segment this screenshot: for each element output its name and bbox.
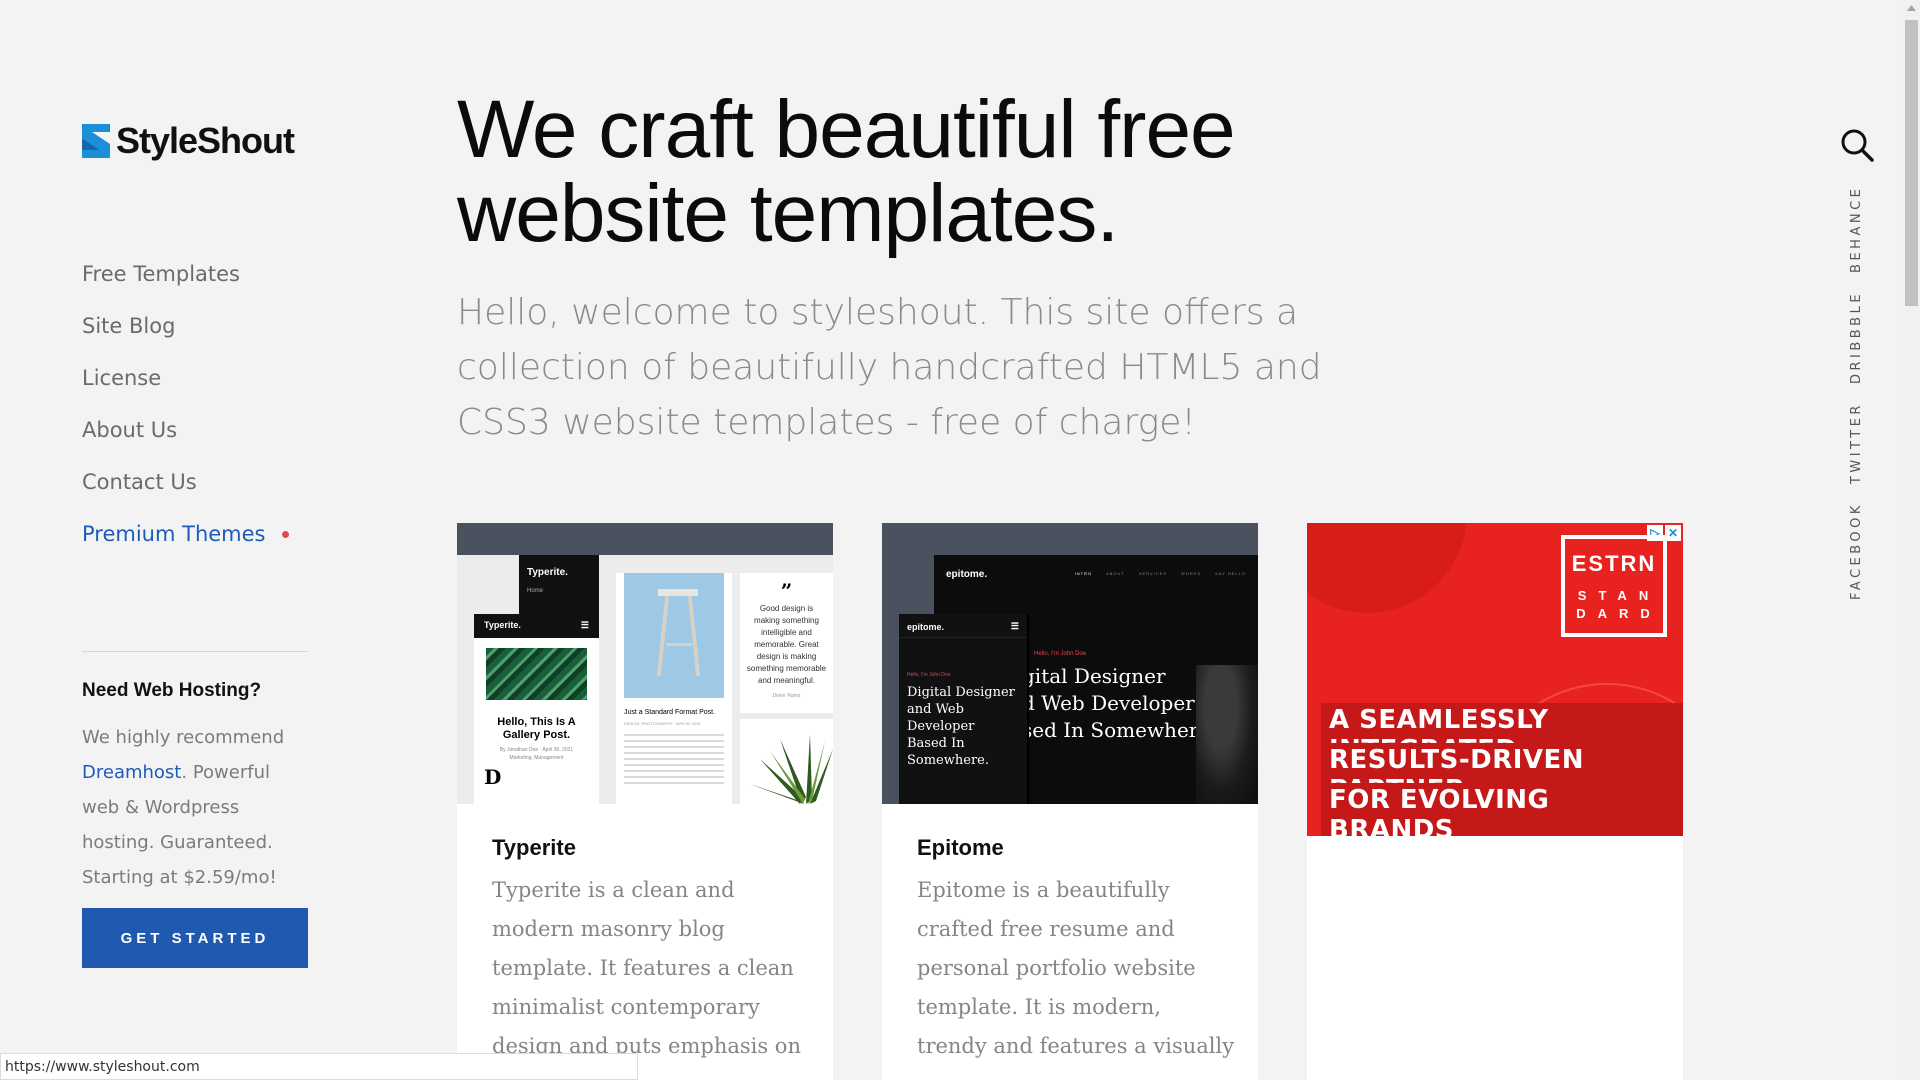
social-link-dribbble[interactable]: DRIBBBLE — [1849, 291, 1864, 384]
epitome-nav: INTRO ABOUT SERVICES WORKS SAY HELLO — [1075, 571, 1246, 576]
epitome-nav-item: INTRO — [1074, 571, 1093, 576]
nav-label: About Us — [82, 418, 178, 442]
mobile-line: Somewhere. — [907, 753, 989, 768]
stool-image — [624, 573, 724, 698]
brand-name: StyleShout — [116, 120, 295, 161]
mobile-line: Based In — [907, 736, 965, 751]
typerite-drop-cap: D — [484, 765, 502, 789]
leaf-image — [486, 648, 587, 700]
styleshout-mark-icon — [82, 124, 110, 158]
portrait-silhouette — [1196, 665, 1258, 804]
advertisement-banner[interactable]: ▷ ✕ ESTRN STAN DARD A SEAMLESSLY INTEGRA… — [1307, 523, 1683, 836]
social-link-twitter[interactable]: TWITTER — [1849, 402, 1864, 484]
social-links: FACEBOOK TWITTER DRIBBBLE BEHANCE — [1844, 186, 1870, 600]
mobile-line: Developer — [907, 719, 975, 734]
nav-label: License — [82, 366, 162, 390]
headline-line: sed In Somewhere. — [1022, 718, 1217, 742]
nav-item-license[interactable]: License — [82, 352, 289, 404]
typerite-thumbnail[interactable]: Typerite. Home Typerite. ☰ Hello, This I… — [457, 523, 833, 804]
card-title[interactable]: Typerite — [492, 835, 576, 861]
nav-item-contact-us[interactable]: Contact Us — [82, 456, 289, 508]
menu-icon: ☰ — [1010, 621, 1019, 631]
epitome-nav-item: SERVICES — [1138, 571, 1167, 576]
typerite-brand-dark: Typerite. — [527, 567, 568, 578]
typerite-mobile-brand: Typerite. — [484, 620, 521, 630]
nav-label: Site Blog — [82, 314, 176, 338]
typerite-post-meta: By Jonathan Doe · April 30, 2021 — [499, 747, 574, 753]
template-card-typerite[interactable]: Typerite. Home Typerite. ☰ Hello, This I… — [457, 523, 833, 1080]
typerite-post-title: Hello, This Is A Gallery Post. — [497, 716, 576, 741]
epitome-nav-item: ABOUT — [1106, 571, 1125, 576]
menu-icon: ☰ — [580, 620, 589, 630]
mobile-line: Digital Designer — [907, 685, 1015, 700]
social-links-row: FACEBOOK TWITTER DRIBBBLE BEHANCE — [1849, 186, 1864, 600]
scroll-up-arrow-icon[interactable] — [1903, 0, 1920, 17]
page-title: We craft beautiful free website template… — [457, 84, 1236, 259]
get-started-button[interactable]: GET STARTED — [82, 908, 308, 968]
card-title[interactable]: Epitome — [917, 835, 1004, 861]
typerite-nav-home: Home — [527, 588, 544, 594]
hosting-text: We highly recommend Dreamhost. Powerful … — [82, 720, 308, 895]
vertical-scrollbar[interactable] — [1903, 0, 1920, 1080]
typerite-quote-author: Dieter Rams — [772, 693, 801, 699]
search-icon[interactable] — [1840, 128, 1874, 162]
main-nav: Free Templates Site Blog License About U… — [82, 248, 289, 560]
nav-label: Free Templates — [82, 262, 241, 286]
epitome-mobile-headline: Digital Designer and Web Developer Based… — [907, 684, 1027, 769]
ad-logo-bottom: STAN DARD — [1576, 588, 1662, 621]
typerite-post-tag: Marketing, Management — [509, 755, 564, 761]
text-placeholder-lines — [624, 734, 724, 784]
status-bar-url: https://www.styleshout.com — [0, 1053, 638, 1080]
typerite-quote: Good design is making something intellig… — [746, 604, 827, 685]
hosting-title: Need Web Hosting? — [82, 680, 262, 701]
nav-label: Contact Us — [82, 470, 197, 494]
nav-label: Premium Themes — [82, 522, 266, 546]
ad-decor-circle — [1307, 523, 1467, 613]
epitome-hello: Hello, I'm John Doe — [1034, 651, 1087, 657]
epitome-mobile-brand: epitome. — [907, 622, 945, 632]
social-link-facebook[interactable]: FACEBOOK — [1849, 502, 1864, 600]
card-description: Epitome is a beautifully crafted free re… — [917, 878, 1235, 1080]
typerite-mid-title: Just a Standard Format Post. — [624, 709, 716, 716]
sidebar-divider — [82, 651, 308, 652]
close-icon[interactable]: ✕ — [1665, 525, 1681, 541]
ad-headline-line: FOR EVOLVING BRANDS — [1321, 783, 1683, 836]
dreamhost-link[interactable]: Dreamhost — [82, 762, 181, 783]
card-description: Typerite is a clean and modern masonry b… — [492, 878, 801, 1080]
mobile-line: and Web — [907, 702, 964, 717]
epitome-headline: gital Designer d Web Developer sed In So… — [1022, 663, 1217, 744]
epitome-nav-item: SAY HELLO — [1215, 571, 1246, 576]
template-card-epitome[interactable]: epitome. INTRO ABOUT SERVICES WORKS SAY … — [882, 523, 1258, 1080]
styleshout-logo[interactable]: StyleShout — [82, 120, 295, 162]
ad-logo: ESTRN STAN DARD — [1561, 535, 1667, 637]
ad-card: ▷ ✕ ESTRN STAN DARD A SEAMLESSLY INTEGRA… — [1307, 523, 1683, 1080]
headline-line: gital Designer — [1022, 664, 1166, 688]
nav-item-premium-themes[interactable]: Premium Themes — [82, 508, 289, 560]
epitome-nav-item: WORKS — [1181, 571, 1202, 576]
epitome-mobile-hello: Hello, I'm John Doe — [907, 672, 951, 678]
epitome-brand: epitome. — [946, 569, 988, 580]
epitome-thumbnail[interactable]: epitome. INTRO ABOUT SERVICES WORKS SAY … — [882, 523, 1258, 804]
headline-line: d Web Developer — [1022, 691, 1195, 715]
page-subtitle: Hello, welcome to styleshout. This site … — [457, 292, 1322, 443]
plant-image — [750, 734, 833, 804]
typerite-mid-meta: DESIGN, PHOTOGRAPHY · APR 29, 2021 — [624, 721, 701, 726]
quote-mark: ” — [780, 579, 793, 603]
nav-item-about-us[interactable]: About Us — [82, 404, 289, 456]
nav-item-site-blog[interactable]: Site Blog — [82, 300, 289, 352]
nav-item-free-templates[interactable]: Free Templates — [82, 248, 289, 300]
social-link-behance[interactable]: BEHANCE — [1849, 186, 1864, 273]
scrollbar-thumb[interactable] — [1905, 20, 1918, 306]
new-indicator-dot — [281, 530, 289, 538]
ad-logo-top: ESTRN — [1571, 551, 1657, 576]
hosting-text-before: We highly recommend — [82, 727, 285, 748]
